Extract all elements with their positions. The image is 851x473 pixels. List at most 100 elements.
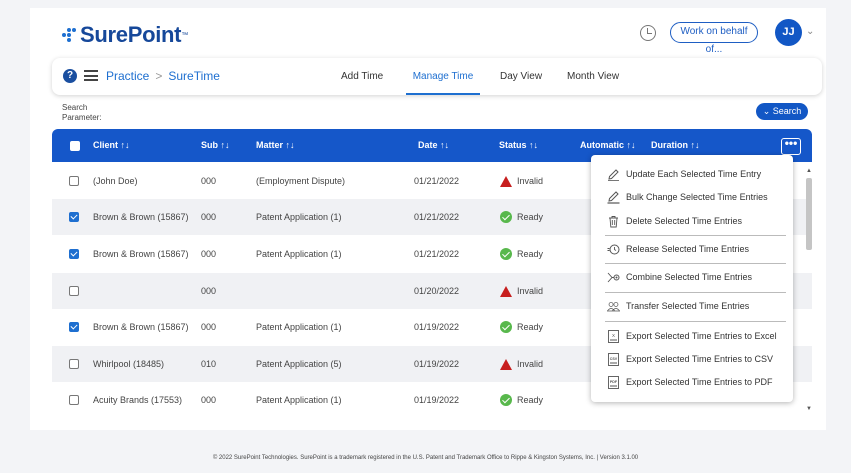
- menu-update-each[interactable]: Update Each Selected Time Entry: [607, 165, 761, 183]
- column-sub[interactable]: Sub ↑↓: [201, 129, 230, 162]
- menu-delete[interactable]: Delete Selected Time Entries: [607, 212, 742, 230]
- column-status[interactable]: Status ↑↓: [499, 129, 538, 162]
- menu-bulk-change[interactable]: Bulk Change Selected Time Entries: [607, 188, 768, 206]
- csv-file-icon: CSV: [608, 352, 619, 366]
- table-scrollbar[interactable]: ▲ ▼: [805, 166, 813, 414]
- trash-icon: [609, 215, 618, 227]
- cell-matter: Patent Application (1): [256, 321, 342, 332]
- work-on-behalf-button[interactable]: Work on behalf of...: [670, 22, 758, 55]
- scroll-up-arrow-icon[interactable]: ▲: [806, 168, 812, 174]
- row-checkbox[interactable]: [69, 322, 79, 332]
- scroll-down-arrow-icon[interactable]: ▼: [806, 406, 812, 412]
- hamburger-menu-icon[interactable]: [84, 70, 98, 81]
- menu-transfer[interactable]: Transfer Selected Time Entries: [607, 297, 749, 315]
- column-date[interactable]: Date ↑↓: [418, 129, 449, 162]
- cell-client: Whirlpool (18485): [93, 358, 165, 369]
- status-text: Invalid: [517, 285, 544, 296]
- menu-item-label: Combine Selected Time Entries: [626, 272, 753, 282]
- bulk-actions-menu: Update Each Selected Time Entry Bulk Cha…: [591, 155, 793, 402]
- column-client[interactable]: Client ↑↓: [93, 129, 130, 162]
- warning-triangle-icon: [500, 285, 512, 297]
- tab-day-view[interactable]: Day View: [500, 58, 542, 95]
- menu-item-label: Export Selected Time Entries to CSV: [626, 354, 774, 364]
- footer-copyright: © 2022 SurePoint Technologies. SurePoint…: [212, 455, 639, 461]
- menu-combine[interactable]: Combine Selected Time Entries: [607, 268, 752, 286]
- menu-divider: [605, 235, 786, 236]
- cell-matter: Patent Application (1): [256, 211, 342, 222]
- menu-export-excel[interactable]: X Export Selected Time Entries to Excel: [607, 327, 777, 345]
- row-checkbox[interactable]: [69, 359, 79, 369]
- cell-date: 01/21/2022: [414, 175, 460, 186]
- cell-matter: (Employment Dispute): [256, 175, 346, 186]
- cell-date: 01/19/2022: [414, 394, 460, 405]
- cell-client: Brown & Brown (15867): [93, 248, 189, 259]
- menu-release[interactable]: Release Selected Time Entries: [607, 240, 749, 258]
- cell-sub: 010: [201, 358, 217, 369]
- cell-status: Ready: [500, 199, 543, 235]
- scrollbar-thumb[interactable]: [806, 178, 812, 250]
- cell-status: Invalid: [500, 273, 543, 309]
- row-checkbox[interactable]: [69, 286, 79, 296]
- cell-sub: 000: [201, 285, 217, 296]
- cell-status: Ready: [500, 236, 543, 272]
- tab-manage-time[interactable]: Manage Time: [406, 58, 480, 95]
- pencil-icon: [608, 168, 619, 181]
- row-checkbox[interactable]: [69, 249, 79, 259]
- more-actions-button[interactable]: •••: [781, 137, 801, 155]
- row-checkbox[interactable]: [69, 176, 79, 186]
- cell-date: 01/19/2022: [414, 358, 460, 369]
- cell-sub: 000: [201, 394, 217, 405]
- status-text: Invalid: [517, 175, 544, 186]
- cell-date: 01/21/2022: [414, 211, 460, 222]
- menu-export-pdf[interactable]: PDF Export Selected Time Entries to PDF: [607, 373, 773, 391]
- check-circle-icon: [500, 211, 512, 223]
- surepoint-logo[interactable]: SurePoint ™: [62, 22, 188, 48]
- cell-matter: Patent Application (5): [256, 358, 342, 369]
- avatar-chevron-down-icon[interactable]: ⌄: [806, 26, 814, 37]
- release-clock-icon: [607, 244, 620, 254]
- status-text: Invalid: [517, 358, 544, 369]
- menu-item-label: Release Selected Time Entries: [626, 244, 750, 254]
- user-avatar[interactable]: JJ: [775, 19, 802, 46]
- excel-file-tag: X: [612, 333, 615, 338]
- cell-client: Acuity Brands (17553): [93, 394, 183, 405]
- excel-file-icon: X: [608, 329, 619, 343]
- cell-date: 01/20/2022: [414, 285, 460, 296]
- row-checkbox[interactable]: [69, 212, 79, 222]
- search-button[interactable]: ⌄ Search: [756, 103, 808, 120]
- cell-client: Brown & Brown (15867): [93, 321, 189, 332]
- pdf-file-tag: PDF: [610, 380, 618, 384]
- cell-sub: 000: [201, 321, 217, 332]
- menu-divider: [605, 263, 786, 264]
- navigation-bar: ? Practice > SureTime Add Time Manage Ti…: [52, 58, 822, 95]
- menu-item-label: Update Each Selected Time Entry: [626, 169, 762, 179]
- status-text: Ready: [517, 211, 544, 222]
- cell-client: [93, 273, 193, 309]
- breadcrumb-practice[interactable]: Practice: [106, 69, 149, 83]
- cell-date: 01/19/2022: [414, 321, 460, 332]
- csv-file-tag: CSV: [610, 357, 618, 361]
- tab-add-time[interactable]: Add Time: [341, 58, 383, 95]
- search-button-label: Search: [772, 106, 802, 116]
- warning-triangle-icon: [500, 175, 512, 187]
- cell-status: Ready: [500, 382, 543, 418]
- tab-month-view[interactable]: Month View: [567, 58, 619, 95]
- column-matter[interactable]: Matter ↑↓: [256, 129, 295, 162]
- menu-export-csv[interactable]: CSV Export Selected Time Entries to CSV: [607, 350, 773, 368]
- check-circle-icon: [500, 248, 512, 260]
- select-all-checkbox[interactable]: [70, 141, 80, 151]
- status-text: Ready: [517, 394, 544, 405]
- timer-clock-icon[interactable]: [640, 25, 656, 41]
- warning-triangle-icon: [500, 358, 512, 370]
- logo-dots-icon: [62, 28, 76, 42]
- search-chevron-icon: ⌄: [762, 106, 771, 116]
- cell-client: (John Doe): [93, 175, 138, 186]
- help-icon[interactable]: ?: [63, 69, 77, 83]
- menu-item-label: Bulk Change Selected Time Entries: [626, 192, 768, 202]
- cell-sub: 000: [201, 211, 217, 222]
- row-checkbox[interactable]: [69, 395, 79, 405]
- breadcrumb-separator: >: [155, 69, 163, 83]
- menu-item-label: Export Selected Time Entries to Excel: [626, 331, 777, 341]
- breadcrumb-suretime[interactable]: SureTime: [168, 69, 220, 83]
- check-circle-icon: [500, 321, 512, 333]
